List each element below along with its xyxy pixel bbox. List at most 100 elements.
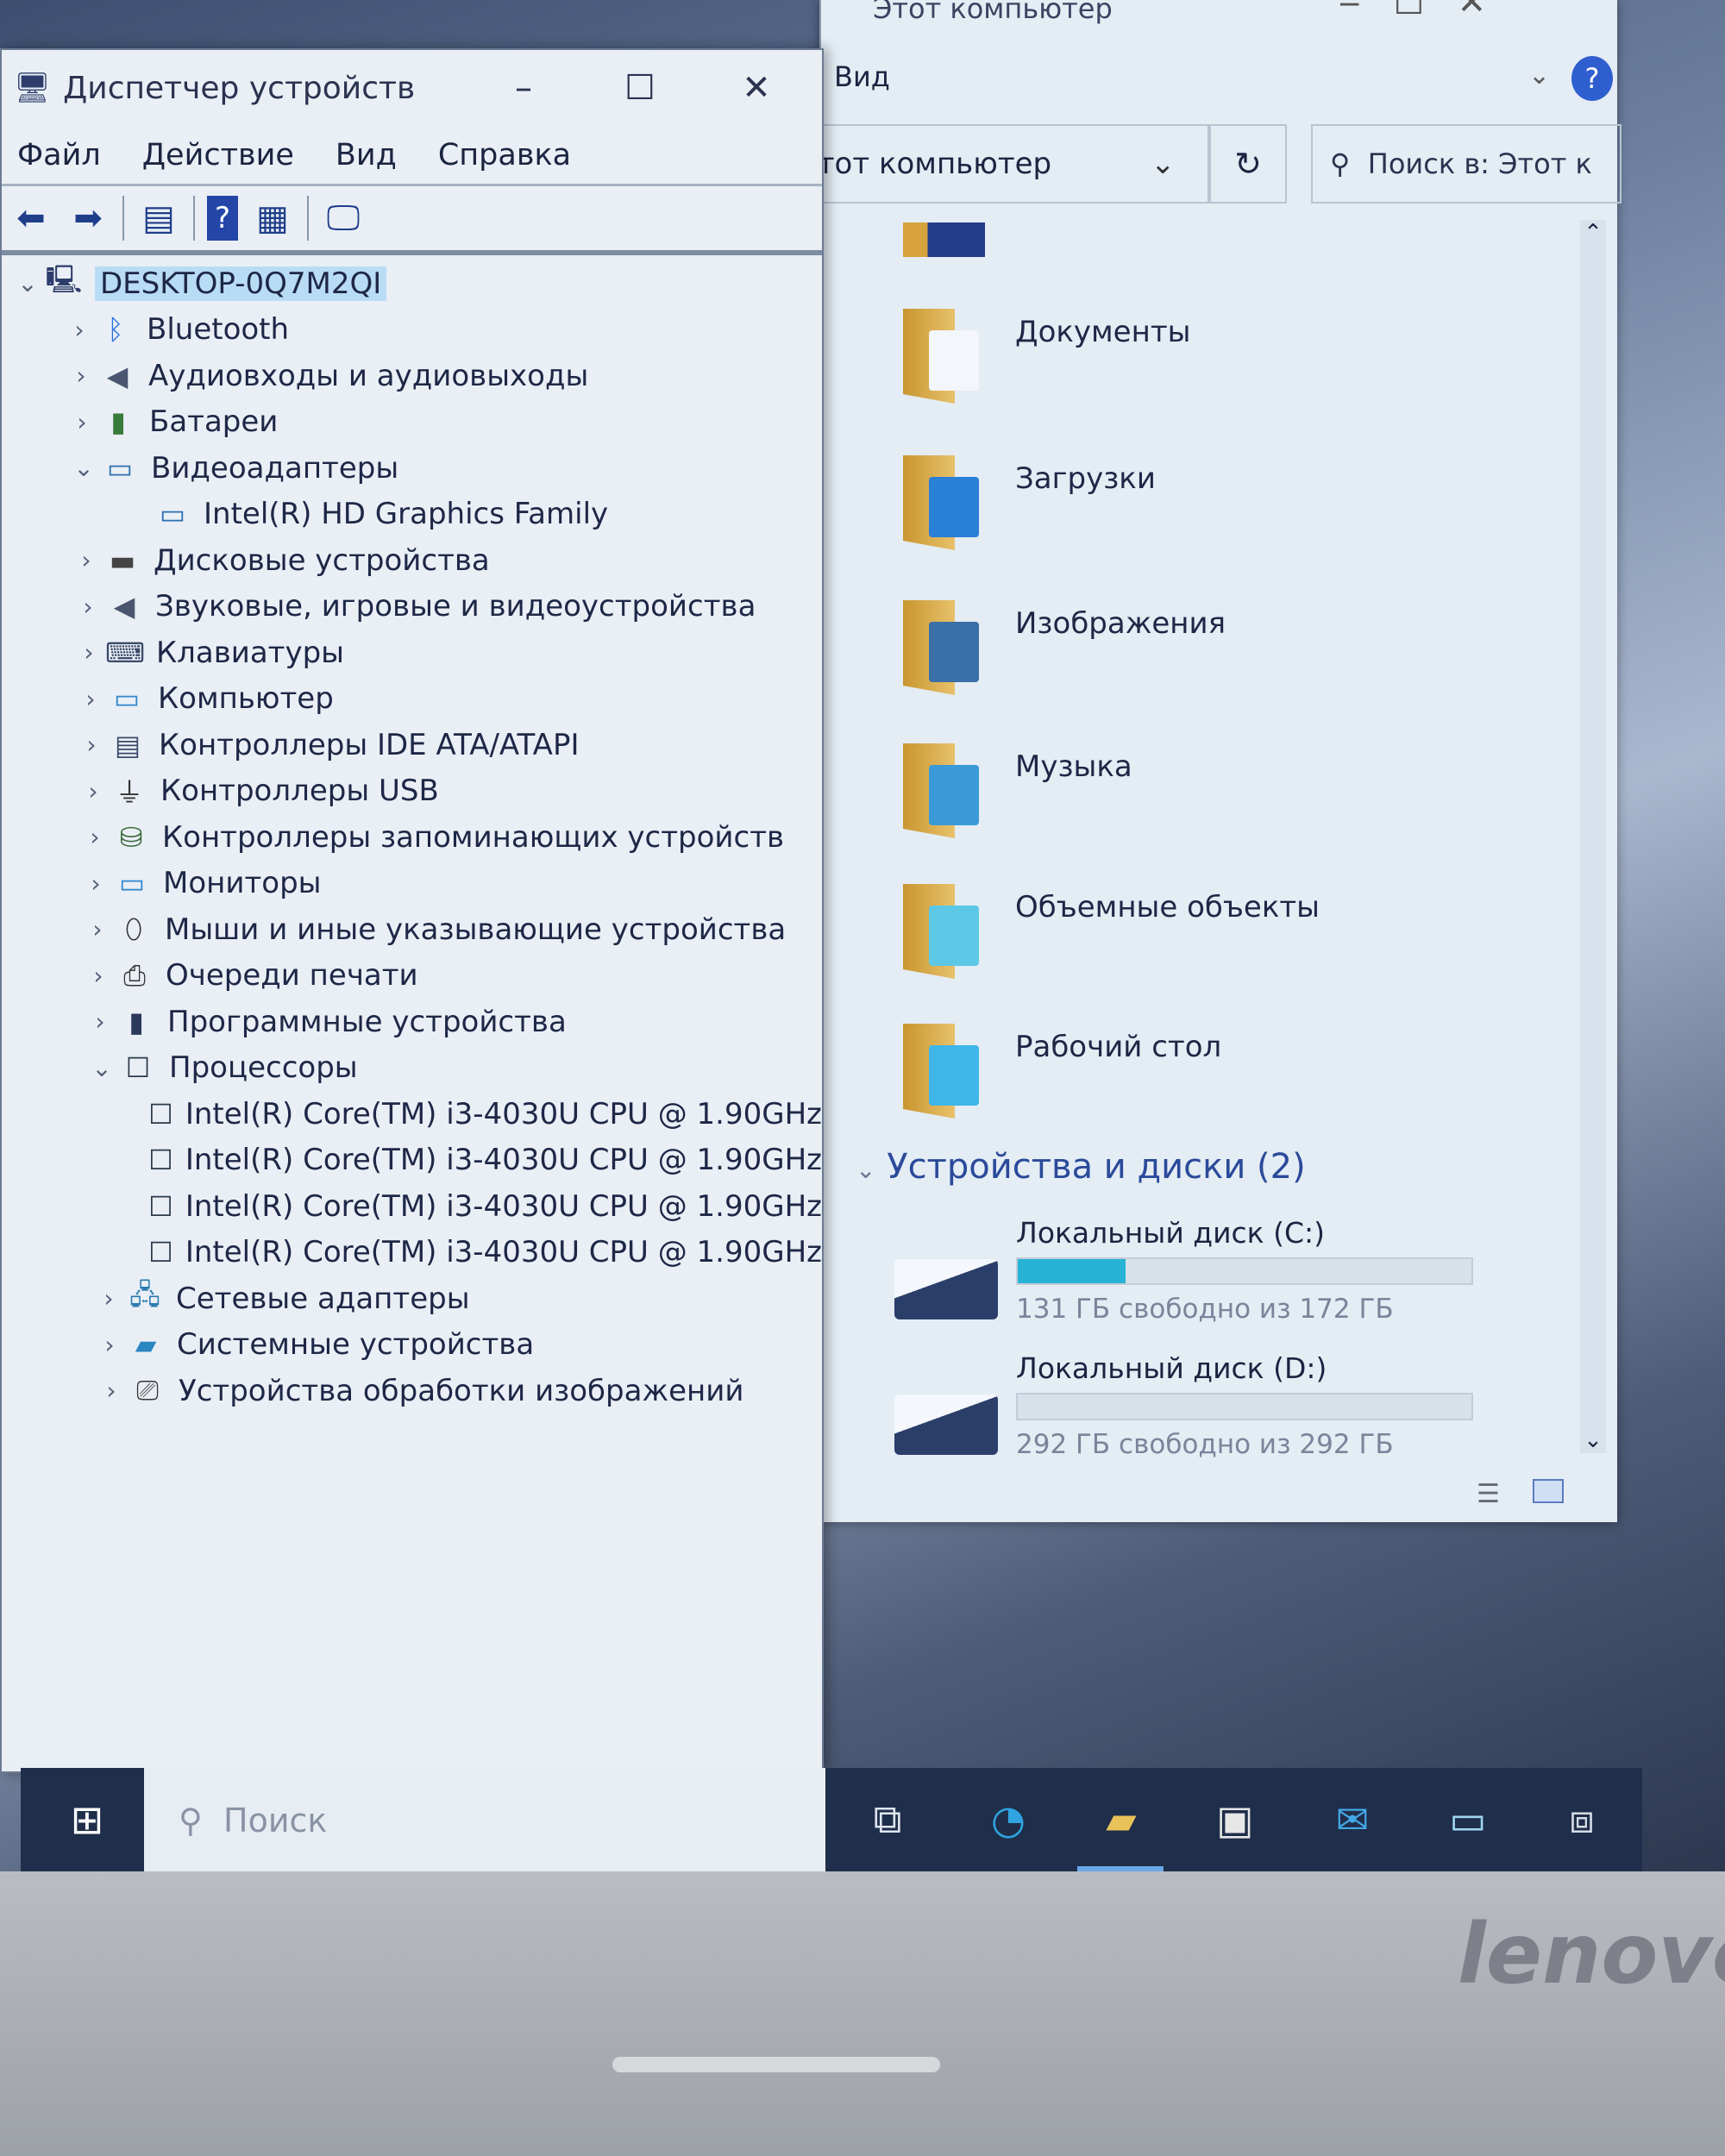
folder-label[interactable]: Рабочий стол <box>1015 1030 1221 1064</box>
expand-chevron-icon[interactable]: › <box>81 962 116 990</box>
expand-chevron-icon[interactable]: › <box>80 915 115 943</box>
expand-chevron-icon[interactable]: › <box>73 685 108 713</box>
expand-chevron-icon[interactable]: › <box>76 777 110 805</box>
scroll-up-icon[interactable]: ⌃ <box>1580 220 1606 246</box>
folder-label[interactable]: Документы <box>1015 315 1190 349</box>
drive-label[interactable]: Локальный диск (D:) <box>1016 1351 1327 1385</box>
expand-chevron-icon[interactable]: › <box>71 592 105 621</box>
toolbar: ⬅ ➡ ▤ ? ▦ 🖵 <box>2 186 822 255</box>
explorer-window-controls[interactable]: ‒ ☐ ✕ <box>1339 0 1486 22</box>
expand-chevron-icon[interactable]: › <box>65 408 99 436</box>
expand-chevron-icon[interactable]: › <box>78 823 112 851</box>
refresh-button[interactable]: ↻ <box>1209 124 1287 204</box>
expand-chevron-icon[interactable]: › <box>83 1007 117 1036</box>
network-app-icon[interactable]: ⧈ <box>1552 1789 1612 1850</box>
scan-hardware-icon[interactable]: 🖵 <box>321 196 366 241</box>
expand-chevron-icon[interactable]: › <box>78 869 113 898</box>
properties-icon[interactable]: ▤ <box>136 196 181 241</box>
device-category[interactable]: › ⎙ Очереди печати <box>2 953 822 1000</box>
expand-chevron-icon[interactable]: › <box>92 1331 127 1359</box>
menu-action[interactable]: Действие <box>142 138 294 172</box>
store-icon[interactable]: ▣ <box>1205 1789 1265 1850</box>
collapse-chevron-icon[interactable]: ⌄ <box>85 1054 119 1082</box>
drive-icon[interactable] <box>894 1395 998 1455</box>
system-drive-icon[interactable] <box>894 1259 998 1319</box>
device-category[interactable]: › ▭ Мониторы <box>2 861 822 907</box>
expand-chevron-icon[interactable]: › <box>62 316 97 344</box>
edge-icon[interactable]: ◔ <box>978 1789 1038 1850</box>
menu-view[interactable]: Вид <box>336 138 397 172</box>
taskbar-search-box[interactable]: ⚲ Поиск <box>144 1768 825 1873</box>
device-category[interactable]: › ▤ Контроллеры IDE ATA/ATAPI <box>2 722 822 768</box>
devices-section-header[interactable]: ⌄ Устройства и диски (2) <box>856 1147 1306 1187</box>
back-arrow-icon[interactable]: ⬅ <box>9 196 53 241</box>
update-driver-icon[interactable]: ▦ <box>250 196 295 241</box>
device-category[interactable]: ⌄ ▭ Видеоадаптеры <box>2 445 822 492</box>
close-button[interactable]: ✕ <box>726 62 787 114</box>
device-category[interactable]: › ⬯ Мыши и иные указывающие устройства <box>2 906 822 953</box>
folder-icon[interactable] <box>903 1024 989 1127</box>
expand-chevron-icon[interactable]: › <box>74 730 109 759</box>
folder-icon[interactable] <box>903 743 989 847</box>
folder-icon[interactable] <box>903 884 989 987</box>
help-icon[interactable]: ? <box>207 196 238 241</box>
device-category[interactable]: ⌄ ☐ Процессоры <box>2 1045 822 1092</box>
video-folder-icon[interactable] <box>903 222 985 257</box>
task-view-icon[interactable]: ⧉ <box>857 1789 918 1850</box>
device-category[interactable]: › ▭ Компьютер <box>2 676 822 723</box>
device-category[interactable]: › 🖧 Сетевые адаптеры <box>2 1275 822 1322</box>
vertical-scrollbar[interactable]: ⌃ ⌄ <box>1580 220 1606 1453</box>
menu-file[interactable]: Файл <box>17 138 101 172</box>
forward-arrow-icon[interactable]: ➡ <box>66 196 110 241</box>
folder-label[interactable]: Загрузки <box>1015 461 1156 496</box>
device-category[interactable]: › ◀ Звуковые, игровые и видеоустройства <box>2 584 822 630</box>
ribbon-tab-view[interactable]: Вид <box>834 60 890 93</box>
mail-icon[interactable]: ✉ <box>1322 1789 1383 1850</box>
address-dropdown-chevron-icon[interactable]: ⌄ <box>1151 126 1176 202</box>
folder-label[interactable]: Изображения <box>1015 606 1226 641</box>
tree-root[interactable]: ⌄ 🖳 DESKTOP-0Q7M2QI <box>2 260 822 307</box>
folder-label[interactable]: Объемные объекты <box>1015 890 1320 924</box>
device-manager-taskbar-icon[interactable]: ▭ <box>1438 1789 1498 1850</box>
file-explorer-icon[interactable]: ▰ <box>1091 1789 1151 1850</box>
section-collapse-chevron-icon[interactable]: ⌄ <box>856 1156 875 1184</box>
device-category[interactable]: › ᛒ Bluetooth <box>2 307 822 354</box>
start-button-windows-icon[interactable]: ⊞ <box>57 1789 117 1850</box>
device-category[interactable]: › ▮ Программные устройства <box>2 999 822 1045</box>
device-category[interactable]: › ▰ Системные устройства <box>2 1322 822 1369</box>
maximize-button[interactable]: ☐ <box>610 62 670 114</box>
expand-chevron-icon[interactable]: › <box>72 638 106 667</box>
device-item[interactable]: ☐ Intel(R) Core(TM) i3-4030U CPU @ 1.90GH… <box>2 1230 822 1276</box>
device-category[interactable]: › ◀ Аудиовходы и аудиовыходы <box>2 353 822 399</box>
device-category[interactable]: › ⎚ Устройства обработки изображений <box>2 1368 822 1414</box>
help-icon[interactable]: ? <box>1571 56 1613 101</box>
collapse-chevron-icon[interactable]: ⌄ <box>10 269 45 298</box>
device-item[interactable]: ☐ Intel(R) Core(TM) i3-4030U CPU @ 1.90GH… <box>2 1138 822 1184</box>
ribbon-expand-chevron-icon[interactable]: ⌄ <box>1528 60 1550 91</box>
details-view-icon[interactable]: ☰ <box>1477 1479 1500 1509</box>
device-category[interactable]: › ⛁ Контроллеры запоминающих устройств <box>2 814 822 861</box>
collapse-chevron-icon[interactable]: ⌄ <box>66 454 101 482</box>
device-item[interactable]: ☐ Intel(R) Core(TM) i3-4030U CPU @ 1.90GH… <box>2 1183 822 1230</box>
minimize-button[interactable]: – <box>493 62 554 114</box>
folder-icon[interactable] <box>903 309 989 412</box>
device-category[interactable]: › ⌨ Клавиатуры <box>2 630 822 676</box>
folder-icon[interactable] <box>903 600 989 704</box>
search-box[interactable]: ⚲ Поиск в: Этот к <box>1311 124 1622 204</box>
large-icons-view-icon[interactable] <box>1533 1479 1564 1503</box>
expand-chevron-icon[interactable]: › <box>91 1284 126 1313</box>
device-category[interactable]: › ▬ Дисковые устройства <box>2 537 822 584</box>
expand-chevron-icon[interactable]: › <box>64 361 98 390</box>
folder-icon[interactable] <box>903 455 989 559</box>
device-category[interactable]: › ▮ Батареи <box>2 399 822 446</box>
device-category[interactable]: › ⏚ Контроллеры USB <box>2 768 822 815</box>
expand-chevron-icon[interactable]: › <box>69 546 104 574</box>
drive-label[interactable]: Локальный диск (C:) <box>1016 1216 1325 1250</box>
scroll-down-icon[interactable]: ⌄ <box>1580 1427 1606 1453</box>
device-item[interactable]: ▭ Intel(R) HD Graphics Family <box>2 492 822 538</box>
device-item[interactable]: ☐ Intel(R) Core(TM) i3-4030U CPU @ 1.90GH… <box>2 1091 822 1138</box>
address-bar[interactable]: Этот компьютер ⌄ <box>797 124 1209 204</box>
menu-help[interactable]: Справка <box>438 138 571 172</box>
folder-label[interactable]: Музыка <box>1015 749 1132 784</box>
expand-chevron-icon[interactable]: › <box>94 1376 129 1405</box>
